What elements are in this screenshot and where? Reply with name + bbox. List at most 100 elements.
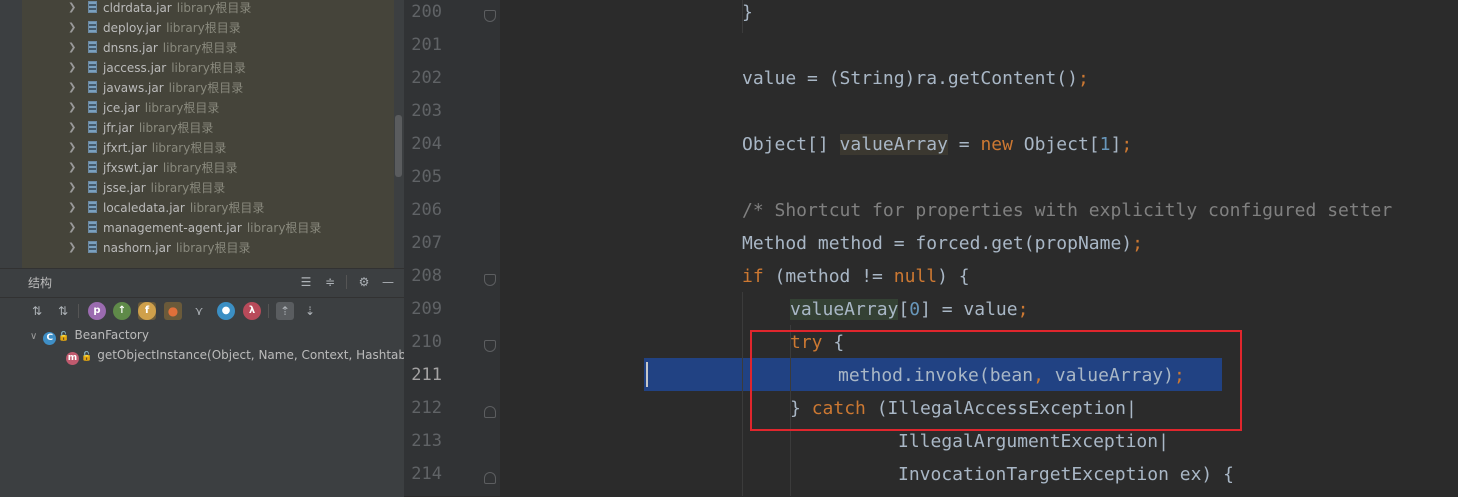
code-line-209[interactable]: valueArray[0] = value; <box>790 293 1028 326</box>
fields-icon: f <box>138 302 156 320</box>
fold-marker-icon[interactable] <box>484 10 496 22</box>
jar-name: management-agent.jar <box>103 221 242 235</box>
tree-item[interactable]: ❯ localedata.jar library根目录 <box>68 198 264 218</box>
tree-item[interactable]: ❯ jfr.jar library根目录 <box>68 118 213 138</box>
sort-alpha-icon[interactable]: ⇅ <box>28 302 46 320</box>
structure-class-row[interactable]: ∨ C 🔓 BeanFactory <box>30 325 149 345</box>
scroll-from-source-icon[interactable]: ⇣ <box>301 302 319 320</box>
public-icon: 🔓 <box>81 352 93 362</box>
jar-icon <box>88 241 97 253</box>
chevron-right-icon[interactable]: ❯ <box>68 178 78 198</box>
tree-item[interactable]: ❯ jaccess.jar library根目录 <box>68 58 246 78</box>
class-name: BeanFactory <box>74 328 149 342</box>
jar-name: localedata.jar <box>103 201 185 215</box>
chevron-right-icon[interactable]: ❯ <box>68 38 78 58</box>
code-line-207[interactable]: Method method = forced.get(propName); <box>742 227 1143 260</box>
fold-marker-icon[interactable] <box>484 406 496 418</box>
tree-item[interactable]: ❯ jce.jar library根目录 <box>68 98 220 118</box>
jar-icon <box>88 61 97 73</box>
code-line-200[interactable]: } <box>742 0 753 29</box>
tree-scrollbar[interactable] <box>395 115 402 177</box>
collapse-all-icon[interactable]: ≑ <box>322 274 338 290</box>
code-line-204[interactable]: Object[] valueArray = new Object[1]; <box>742 128 1132 161</box>
chevron-right-icon[interactable]: ❯ <box>68 198 78 218</box>
code-line-206[interactable]: /* Shortcut for properties with explicit… <box>742 194 1392 227</box>
structure-toolbar: ⇅ ⇅ p ↑ f ● ⋎ ● λ ⇡ ⇣ <box>0 297 404 324</box>
line-number: 206 <box>411 200 442 220</box>
scroll-to-source-icon[interactable]: ⇡ <box>276 302 294 320</box>
sort-visibility-icon[interactable]: ⇅ <box>54 302 72 320</box>
toolbar-divider <box>78 304 79 318</box>
line-number: 204 <box>411 134 442 154</box>
inherited-icon[interactable]: ↑ <box>113 302 131 320</box>
tree-item[interactable]: ❯ nashorn.jar library根目录 <box>68 238 251 258</box>
tree-item[interactable]: ❯ javaws.jar library根目录 <box>68 78 243 98</box>
lambda-filter-icon[interactable]: ● <box>217 302 235 320</box>
project-tree-panel: ❯ cldrdata.jar library根目录 ❯ deploy.jar librar… <box>0 0 404 268</box>
gear-icon[interactable]: ⚙ <box>356 274 372 290</box>
jar-name: jfxrt.jar <box>103 141 147 155</box>
chevron-right-icon[interactable]: ❯ <box>68 98 78 118</box>
jar-icon <box>88 141 97 153</box>
library-root-label: library根目录 <box>162 161 238 175</box>
line-number: 214 <box>411 464 442 484</box>
line-number: 203 <box>411 101 442 121</box>
jar-name: jaccess.jar <box>103 61 167 75</box>
chevron-right-icon[interactable]: ❯ <box>68 218 78 238</box>
properties-icon[interactable]: p <box>88 302 106 320</box>
jar-name: jfxswt.jar <box>103 161 158 175</box>
library-root-label: library根目录 <box>175 241 251 255</box>
jar-icon <box>88 1 97 13</box>
chevron-right-icon[interactable]: ❯ <box>68 118 78 138</box>
code-line-208[interactable]: if (method != null) { <box>742 260 970 293</box>
jar-name: javaws.jar <box>103 81 164 95</box>
chevron-right-icon[interactable]: ❯ <box>68 78 78 98</box>
line-number: 212 <box>411 398 442 418</box>
fold-marker-icon[interactable] <box>484 340 496 352</box>
anonymous-icon[interactable]: ⋎ <box>190 302 208 320</box>
code-line-202[interactable]: value = (String)ra.getContent(); <box>742 62 1089 95</box>
tree-item[interactable]: ❯ jsse.jar library根目录 <box>68 178 225 198</box>
fold-marker-icon[interactable] <box>484 274 496 286</box>
tree-item[interactable]: ❯ management-agent.jar library根目录 <box>68 218 321 238</box>
line-number: 210 <box>411 332 442 352</box>
chevron-right-icon[interactable]: ❯ <box>68 58 78 78</box>
structure-method-row[interactable]: m 🔓 getObjectInstance(Object, Name, Contex… <box>66 345 417 365</box>
expand-all-icon[interactable]: ☰ <box>298 274 314 290</box>
tree-item[interactable]: ❯ jfxswt.jar library根目录 <box>68 158 238 178</box>
line-number: 200 <box>411 2 442 22</box>
lambda-icon[interactable]: λ <box>243 302 261 320</box>
tree-item[interactable]: ❯ deploy.jar library根目录 <box>68 18 241 38</box>
chevron-right-icon[interactable]: ❯ <box>68 18 78 38</box>
fold-marker-icon[interactable] <box>484 472 496 484</box>
library-root-label: library根目录 <box>162 41 238 55</box>
line-number: 211 <box>411 365 442 385</box>
code-editor[interactable]: } value = (String)ra.getContent(); Objec… <box>404 0 1458 496</box>
line-number: 208 <box>411 266 442 286</box>
chevron-right-icon[interactable]: ❯ <box>68 138 78 158</box>
line-number: 207 <box>411 233 442 253</box>
line-number: 201 <box>411 35 442 55</box>
non-public-icon[interactable]: ● <box>164 302 182 320</box>
chevron-right-icon[interactable]: ❯ <box>68 158 78 178</box>
jar-icon <box>88 21 97 33</box>
chevron-down-icon[interactable]: ∨ <box>30 331 37 342</box>
chevron-right-icon[interactable]: ❯ <box>68 0 78 18</box>
tree-item[interactable]: ❯ jfxrt.jar library根目录 <box>68 138 227 158</box>
text-caret <box>646 362 648 387</box>
minimize-icon[interactable]: — <box>380 274 396 290</box>
jar-icon <box>88 221 97 233</box>
jar-icon <box>88 41 97 53</box>
tree-item[interactable]: ❯ dnsns.jar library根目录 <box>68 38 238 58</box>
structure-panel: 结构 ☰ ≑ ⚙ — ⇅ ⇅ p ↑ f ● ⋎ ● λ ⇡ ⇣ ∨ C 🔓 Bean… <box>0 268 417 497</box>
library-root-label: library根目录 <box>166 21 241 35</box>
library-root-label: library根目录 <box>151 141 227 155</box>
fields-icon-wrap[interactable]: f <box>138 302 156 320</box>
library-root-label: library根目录 <box>176 1 252 15</box>
library-root-label: library根目录 <box>144 101 220 115</box>
tree-item[interactable]: ❯ cldrdata.jar library根目录 <box>68 0 252 18</box>
chevron-right-icon[interactable]: ❯ <box>68 238 78 258</box>
jar-icon <box>88 201 97 213</box>
code-line-214[interactable]: InvocationTargetException ex) { <box>898 458 1234 491</box>
jar-icon <box>88 161 97 173</box>
